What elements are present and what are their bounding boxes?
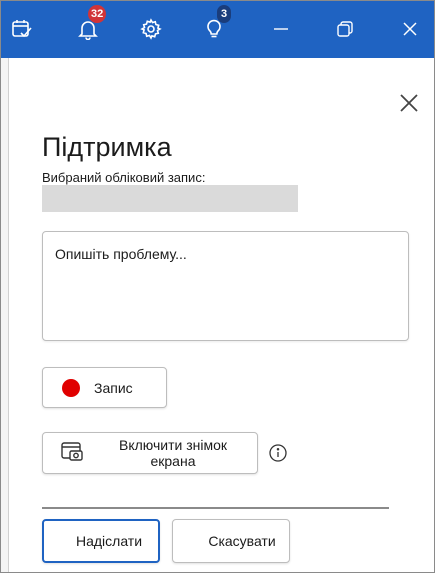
close-panel-button[interactable]: [398, 92, 420, 114]
close-icon: [400, 94, 418, 112]
cancel-button[interactable]: Скасувати: [172, 519, 290, 563]
record-dot-icon: [62, 378, 80, 397]
restore-icon: [337, 21, 353, 37]
screenshot-icon: [61, 441, 83, 465]
close-icon: [403, 22, 417, 36]
notification-count-badge: 32: [88, 5, 107, 23]
description-input[interactable]: [42, 231, 409, 341]
title-bar: 32 3: [0, 0, 435, 58]
page-title: Підтримка: [42, 132, 172, 162]
record-label: Запис: [94, 379, 133, 396]
close-window-button[interactable]: [395, 0, 425, 58]
minimize-button[interactable]: [266, 0, 296, 58]
account-value: [42, 185, 298, 212]
left-edge-strip: [0, 58, 9, 573]
restore-button[interactable]: [330, 0, 360, 58]
gear-icon: [140, 18, 162, 40]
screenshot-label: Включити знімок екрана: [118, 437, 227, 469]
tips-count-badge: 3: [217, 5, 231, 23]
divider: [42, 507, 389, 509]
tips-button[interactable]: 3: [196, 0, 232, 58]
send-button[interactable]: Надіслати: [42, 519, 160, 563]
calendar-check-icon[interactable]: [4, 0, 40, 58]
cancel-label: Скасувати: [208, 533, 276, 549]
account-label: Вибраний обліковий запис:: [42, 170, 206, 185]
notifications-button[interactable]: 32: [70, 0, 107, 58]
settings-button[interactable]: [133, 0, 169, 58]
record-button[interactable]: Запис: [42, 367, 167, 408]
info-icon[interactable]: [269, 444, 287, 462]
include-screenshot-button[interactable]: Включити знімок екрана: [42, 432, 258, 474]
minimize-icon: [274, 28, 288, 30]
send-label: Надіслати: [75, 533, 143, 549]
